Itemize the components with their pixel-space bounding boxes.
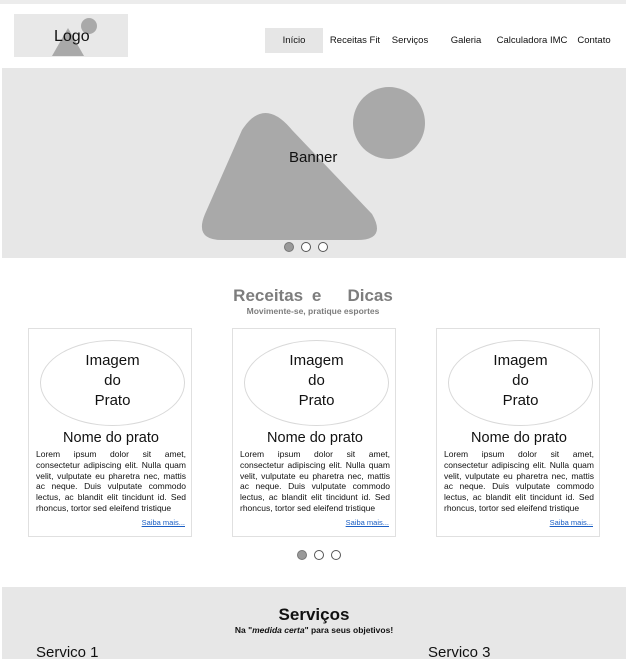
top-border — [0, 0, 626, 4]
dish-image-label: Imagem do Prato — [85, 352, 140, 409]
logo-text: Logo — [54, 28, 90, 45]
dish-description: Lorem ipsum dolor sit amet, consectetur … — [36, 449, 186, 513]
nav-item-contato[interactable]: Contato — [575, 28, 613, 53]
nav-item-galeria[interactable]: Galeria — [448, 28, 484, 53]
banner-dot-3[interactable] — [318, 242, 328, 252]
recipes-dot-2[interactable] — [314, 550, 324, 560]
recipe-card-3[interactable]: Imagem do Prato Nome do prato Lorem ipsu… — [436, 328, 600, 537]
banner-label: Banner — [289, 149, 338, 166]
read-more-link[interactable]: Saiba mais... — [142, 518, 185, 527]
dish-image-label: Imagem do Prato — [289, 352, 344, 409]
subtitle-prefix: Na " — [234, 625, 253, 635]
dish-description: Lorem ipsum dolor sit amet, consectetur … — [240, 449, 390, 513]
recipes-dot-3[interactable] — [331, 550, 341, 560]
section-subtitle-receitas: Movimente-se, pratique esportes — [246, 306, 380, 316]
banner-dot-2[interactable] — [301, 242, 311, 252]
subtitle-emphasis: medida certa — [252, 625, 305, 635]
subtitle-suffix: " para seus objetivos! — [304, 625, 394, 635]
recipe-card-1[interactable]: Imagem do Prato Nome do prato Lorem ipsu… — [28, 328, 192, 537]
banner-carousel[interactable]: Banner — [2, 68, 626, 258]
dish-name: Nome do prato — [63, 430, 159, 446]
nav-item-servicos[interactable]: Serviços — [387, 28, 433, 53]
service-item-3[interactable]: Servico 3 — [428, 644, 491, 661]
nav-item-calculadora-imc[interactable]: Calculadora IMC — [496, 28, 568, 53]
dish-name: Nome do prato — [267, 430, 363, 446]
nav-item-receitas-fit[interactable]: Receitas Fit — [325, 28, 385, 53]
section-title-servicos: Serviços — [278, 605, 350, 624]
section-title-receitas: Receitas e Dicas — [233, 286, 393, 305]
section-subtitle-servicos: Na "medida certa" para seus objetivos! — [2, 625, 626, 635]
recipes-dot-1[interactable] — [297, 550, 307, 560]
service-item-1[interactable]: Servico 1 — [36, 644, 99, 661]
services-section: Serviços Na "medida certa" para seus obj… — [2, 587, 626, 661]
read-more-link[interactable]: Saiba mais... — [550, 518, 593, 527]
dish-name: Nome do prato — [471, 430, 567, 446]
dish-image-label: Imagem do Prato — [493, 352, 548, 409]
banner-dot-1[interactable] — [284, 242, 294, 252]
nav-item-inicio[interactable]: Início — [265, 28, 323, 53]
dish-description: Lorem ipsum dolor sit amet, consectetur … — [444, 449, 594, 513]
logo[interactable]: Logo — [14, 14, 128, 57]
main-nav: Início Receitas Fit Serviços Galeria Cal… — [265, 28, 626, 53]
recipe-card-2[interactable]: Imagem do Prato Nome do prato Lorem ipsu… — [232, 328, 396, 537]
read-more-link[interactable]: Saiba mais... — [346, 518, 389, 527]
